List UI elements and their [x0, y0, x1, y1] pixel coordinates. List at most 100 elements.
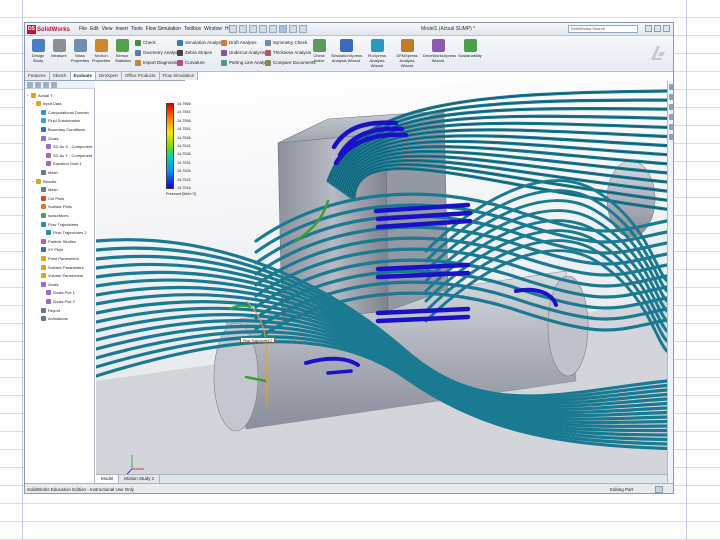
tab-sketch[interactable]: Sketch	[49, 72, 71, 80]
help-icon[interactable]	[654, 25, 661, 32]
simulation-analysis-button[interactable]: Simulation Analysis	[177, 39, 224, 46]
design-library-icon[interactable]	[669, 94, 673, 100]
check-icon	[135, 39, 141, 46]
appearances-icon[interactable]	[669, 124, 673, 130]
menu-tools[interactable]: Tools	[131, 26, 143, 32]
curvature-button[interactable]: Curvature	[177, 59, 224, 66]
dfmxpress-icon	[400, 39, 414, 52]
tree-item[interactable]: Mesh	[37, 187, 58, 193]
solidworks-logo[interactable]: DS SolidWorks	[27, 25, 70, 34]
sustainability-button[interactable]: Sustainability	[455, 39, 485, 58]
tree-item[interactable]: − Results	[32, 178, 56, 184]
import-diagnostics-button[interactable]: Import Diagnostics	[135, 59, 181, 66]
print-icon[interactable]	[259, 25, 267, 33]
menu-flow-simulation[interactable]: Flow Simulation	[146, 26, 181, 32]
driveworksxpress-icon	[431, 39, 445, 52]
sensor-button[interactable]: Sensor	[111, 39, 133, 58]
tree-item[interactable]: Fluid Subdomains	[37, 118, 80, 124]
tree-item[interactable]: Report	[37, 307, 60, 313]
tab-features[interactable]: Features	[25, 72, 50, 80]
graphics-viewport[interactable]: 14.7566 14.7561 14.7556 14.7551 14.7546 14.75…	[96, 81, 667, 483]
tree-item[interactable]: Goals	[37, 281, 58, 287]
tab-evaluate[interactable]: Evaluate	[70, 72, 97, 80]
tree-item[interactable]: Particle Studies	[37, 238, 76, 244]
dfmxpress-button[interactable]: DFMXpress Analysis Wizard	[393, 39, 421, 68]
check-active-button[interactable]: Check Active	[308, 39, 330, 63]
custom-properties-icon[interactable]	[669, 134, 673, 140]
flow-analysis-tree-icon[interactable]	[51, 82, 57, 88]
probe-label[interactable]: Flow Trajectories 2	[240, 337, 276, 343]
rebuild-icon[interactable]	[289, 25, 297, 33]
menu-file[interactable]: File	[79, 26, 87, 32]
mass-properties-button[interactable]: Mass Properties	[69, 39, 91, 63]
tree-item[interactable]: Point Parameters	[37, 255, 79, 261]
file-explorer-icon[interactable]	[669, 104, 673, 110]
open-icon[interactable]	[239, 25, 247, 33]
tree-item[interactable]: Goals Plot 1	[42, 290, 75, 296]
tree-item[interactable]: SG Av Y - Component	[42, 152, 92, 158]
tree-item[interactable]: Surface Parameters	[37, 264, 84, 270]
undercut-analysis-button[interactable]: Undercut Analysis	[221, 49, 271, 56]
property-manager-icon[interactable]	[35, 82, 41, 88]
tree-item-label: Boundary Conditions	[48, 126, 86, 132]
design-study-button[interactable]: Design Study	[27, 39, 49, 63]
tree-item[interactable]: Flow Trajectories 2	[42, 230, 87, 236]
tree-item-label: Mesh	[48, 187, 58, 193]
quick-tips-icon[interactable]	[655, 486, 663, 493]
save-icon[interactable]	[249, 25, 257, 33]
draft-analysis-button[interactable]: Draft Analysis	[221, 39, 271, 46]
tree-item[interactable]: XY Plots	[37, 247, 63, 253]
tree-item[interactable]: Animations	[37, 316, 68, 322]
tree-item[interactable]: Equation Goal 1	[42, 161, 82, 167]
tab-model[interactable]: Model	[96, 475, 120, 483]
dassault-watermark-icon	[648, 42, 668, 64]
simulationxpress-button[interactable]: SimulationXpress Analysis Wizard	[331, 39, 362, 63]
check-active-label: Check Active	[313, 53, 325, 63]
statistics-button[interactable]: Statistics	[112, 58, 134, 63]
options-icon[interactable]	[299, 25, 307, 33]
undo-icon[interactable]	[269, 25, 277, 33]
tree-item[interactable]: − Input Data	[32, 101, 61, 107]
tree-item[interactable]: Computational Domain	[37, 109, 89, 115]
view-palette-icon[interactable]	[669, 114, 673, 120]
tree-item[interactable]: Flow Trajectories	[37, 221, 78, 227]
feature-manager-icon[interactable]	[27, 82, 33, 88]
tab-office-products[interactable]: Office Products	[121, 72, 160, 80]
tab-dimxpert[interactable]: DimXpert	[96, 72, 122, 80]
close-icon[interactable]	[663, 25, 670, 32]
driveworksxpress-button[interactable]: DriveWorksXpress Wizard	[423, 39, 456, 63]
menu-toolbox[interactable]: Toolbox	[184, 26, 201, 32]
tree-item[interactable]: − Actual T	[27, 92, 53, 98]
menu-insert[interactable]: Insert	[115, 26, 128, 32]
measure-button[interactable]: Measure	[48, 39, 70, 58]
tree-item[interactable]: Volume Parameters	[37, 273, 83, 279]
parting-line-analysis-button[interactable]: Parting Line Analysis	[221, 59, 271, 66]
floxpress-button[interactable]: FloXpress Analysis Wizard	[363, 39, 391, 68]
check-button[interactable]: Check	[135, 39, 181, 46]
menu-edit[interactable]: Edit	[90, 26, 99, 32]
resources-icon[interactable]	[669, 84, 673, 90]
pressure-legend[interactable]: 14.7566 14.7561 14.7556 14.7551 14.7546 14.75…	[166, 102, 198, 201]
tree-item[interactable]: Goals Plot 2	[42, 298, 75, 304]
tree-item[interactable]: Surface Plots	[37, 204, 72, 210]
goal-plot-icon	[46, 298, 51, 304]
configuration-manager-icon[interactable]	[43, 82, 49, 88]
tab-flow-simulation[interactable]: Flow Simulation	[159, 72, 199, 80]
minimize-icon[interactable]	[645, 25, 652, 32]
tree-item[interactable]: Goals	[37, 135, 58, 141]
tree-item[interactable]: Mesh	[37, 169, 58, 175]
new-icon[interactable]	[229, 25, 237, 33]
select-icon[interactable]	[279, 25, 287, 33]
tab-motion-study-1[interactable]: Motion Study 1	[119, 475, 161, 483]
tree-item-label: Goals Plot 2	[53, 298, 75, 304]
tree-item[interactable]: Isosurfaces	[37, 212, 68, 218]
geometry-analysis-button[interactable]: Geometry Analysis	[135, 49, 181, 56]
search-input[interactable]: SolidWorks Search	[568, 25, 638, 33]
menu-view[interactable]: View	[102, 26, 113, 32]
tree-item[interactable]: SG Av X - Component	[42, 144, 92, 150]
tree-item[interactable]: Boundary Conditions	[37, 126, 85, 132]
tree-item[interactable]: Cut Plots	[37, 195, 64, 201]
zebra-stripes-button[interactable]: Zebra Stripes	[177, 49, 224, 56]
section-properties-button[interactable]: Section Properties	[90, 39, 112, 63]
menu-window[interactable]: Window	[204, 26, 222, 32]
